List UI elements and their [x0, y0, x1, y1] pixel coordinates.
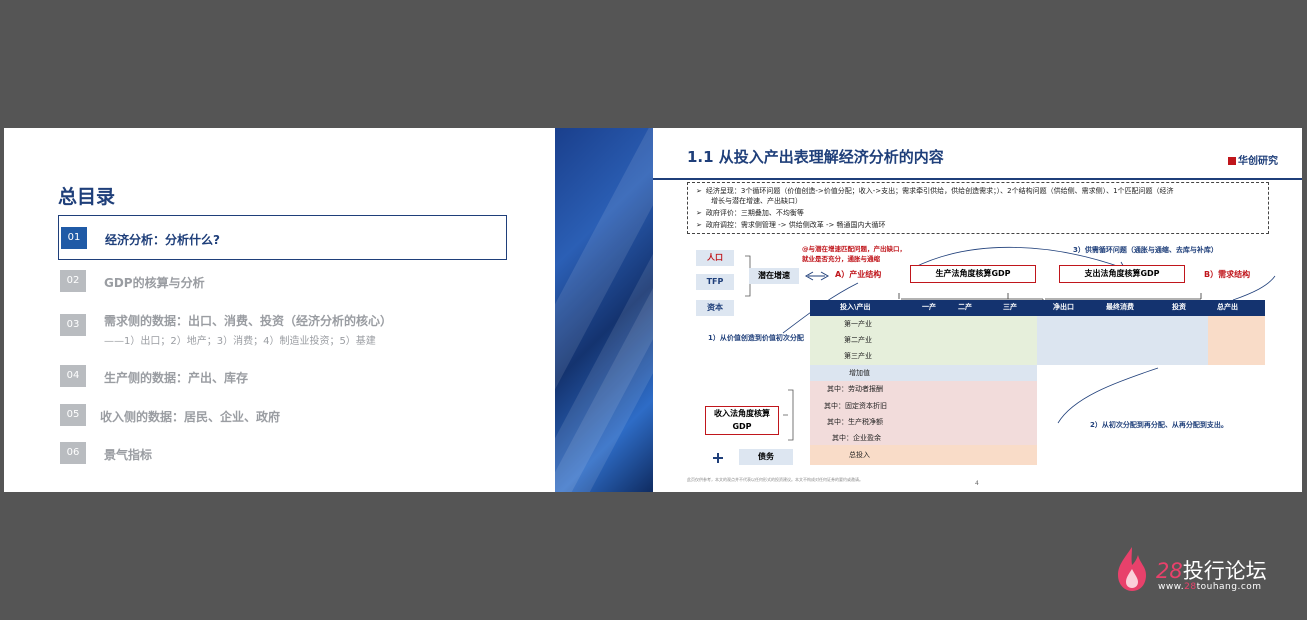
- toc-number: 03: [60, 314, 86, 336]
- toc-item-06[interactable]: 06 景气指标: [58, 442, 505, 466]
- factor-population: 人口: [696, 250, 734, 266]
- th-net-export: 净出口: [1053, 303, 1074, 311]
- th-tertiary: 三产: [1003, 303, 1017, 311]
- watermark-text: 投行论坛: [1182, 559, 1267, 583]
- watermark-number: 28: [1156, 559, 1183, 583]
- flame-logo-icon: [1118, 547, 1146, 591]
- footnote: 此页仅供参考，本文的观点并不代表以任何形式的投资建议。本文不构成对任何证券的要约…: [687, 477, 863, 482]
- toc-label: 收入侧的数据：居民、企业、政府: [100, 410, 281, 424]
- total-input-row: [810, 445, 1037, 465]
- th-final-consumption: 最终消费: [1106, 303, 1134, 311]
- toc-number: 05: [60, 404, 86, 426]
- io-table-header: 投入\产出 一产 二产 三产 净出口 最终消费 投资 总产出: [810, 300, 1265, 316]
- url-suffix: touhang.com: [1196, 582, 1262, 592]
- url-highlight: 28: [1184, 582, 1197, 592]
- factor-tfp: TFP: [696, 274, 734, 290]
- row-operating-surplus: 其中：企业盈余: [832, 434, 881, 442]
- debt-box: 债务: [739, 449, 793, 465]
- toc-label: GDP的核算与分析: [104, 276, 205, 290]
- label-demand-structure: B）需求结构: [1204, 270, 1251, 279]
- note-a: @与潜在增速匹配问题，产出缺口，: [802, 245, 906, 253]
- row-primary-industry: 第一产业: [844, 320, 872, 328]
- th-secondary: 二产: [958, 303, 972, 311]
- row-value-added: 增加值: [849, 369, 870, 377]
- th-input-output: 投入\产出: [840, 303, 871, 311]
- page-number: 4: [975, 480, 979, 487]
- value-added-row: [810, 365, 1037, 381]
- note-redistribution: 2）从初次分配到再分配、从再分配到支出。: [1090, 421, 1228, 429]
- potential-growth-box: 潜在增速: [749, 268, 799, 284]
- label-industry-structure: A）产业结构: [835, 270, 882, 279]
- row-labor-compensation: 其中：劳动者报酬: [827, 385, 883, 393]
- toc-label: 景气指标: [104, 448, 153, 462]
- watermark-brand: 28投行论坛: [1156, 555, 1267, 585]
- toc-number: 02: [60, 270, 86, 292]
- toc-title: 总目录: [58, 186, 116, 208]
- factor-capital: 资本: [696, 300, 734, 316]
- url-prefix: www.: [1158, 582, 1185, 592]
- content-slide: 1.1 从投入产出表理解经济分析的内容 华创研究 ➢ 经济呈现：3个循环问题（价值…: [653, 128, 1302, 492]
- note-value-creation: 1）从价值创造到价值初次分配: [708, 334, 804, 342]
- row-total-input: 总投入: [849, 451, 870, 459]
- note-supply-demand-loop: 3）供需循环问题（通胀与通缩、去库与补库）: [1073, 246, 1218, 254]
- box-expenditure-gdp: 支出法角度核算GDP: [1059, 265, 1185, 283]
- note-a-2: 就业是否充分，通胀与通缩: [802, 255, 880, 263]
- toc-item-05[interactable]: 05 收入侧的数据：居民、企业、政府: [58, 404, 505, 428]
- th-total-output: 总产出: [1217, 303, 1238, 311]
- th-investment: 投资: [1172, 303, 1186, 311]
- toc-label: 需求侧的数据：出口、消费、投资（经济分析的核心）: [104, 314, 393, 328]
- toc-number: 04: [60, 365, 86, 387]
- toc-item-04[interactable]: 04 生产侧的数据：产出、库存: [58, 365, 505, 389]
- toc-item-03[interactable]: 03 需求侧的数据：出口、消费、投资（经济分析的核心） ——1）出口；2）地产；…: [58, 314, 505, 348]
- toc-label: 生产侧的数据：产出、库存: [104, 371, 249, 385]
- toc-number: 01: [61, 227, 87, 249]
- toc-slide: 总目录 01 经济分析：分析什么? 02 GDP的核算与分析 03 需求侧的数据…: [4, 128, 555, 492]
- box-production-gdp: 生产法角度核算GDP: [910, 265, 1036, 283]
- toc-item-02[interactable]: 02 GDP的核算与分析: [58, 270, 505, 294]
- final-use-block: [1037, 316, 1208, 365]
- row-net-production-tax: 其中：生产税净额: [827, 418, 883, 426]
- toc-item-01[interactable]: 01 经济分析：分析什么?: [58, 215, 507, 260]
- toc-number: 06: [60, 442, 86, 464]
- decorative-band: [555, 128, 653, 492]
- row-tertiary-industry: 第三产业: [844, 352, 872, 360]
- row-secondary-industry: 第二产业: [844, 336, 872, 344]
- watermark-url: www.28touhang.com: [1158, 582, 1262, 592]
- toc-label: 经济分析：分析什么?: [105, 233, 220, 247]
- row-depreciation: 其中：固定资本折旧: [824, 402, 887, 410]
- th-primary: 一产: [922, 303, 936, 311]
- total-output-block: [1208, 316, 1265, 365]
- box-income-gdp: 收入法角度核算GDP: [705, 406, 779, 435]
- toc-sublabel: ——1）出口；2）地产；3）消费；4）制造业投资；5）基建: [104, 336, 376, 347]
